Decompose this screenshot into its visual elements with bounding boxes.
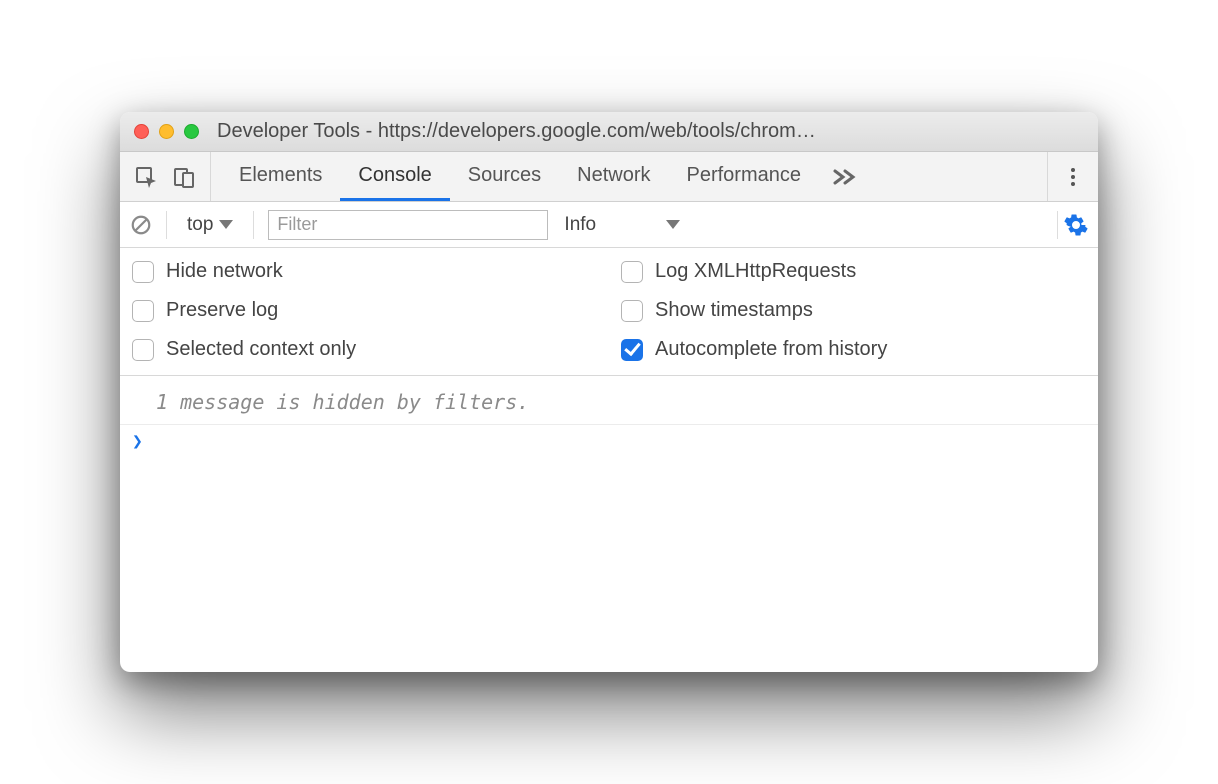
clear-console-icon[interactable] (130, 214, 152, 236)
tab-performance[interactable]: Performance (669, 152, 820, 201)
option-label: Hide network (166, 260, 283, 283)
tab-console[interactable]: Console (340, 152, 449, 201)
context-label: top (187, 214, 213, 236)
more-options-icon[interactable] (1064, 168, 1082, 186)
separator (166, 211, 167, 239)
option-label: Log XMLHttpRequests (655, 260, 856, 283)
option-selected-context[interactable]: Selected context only (132, 338, 597, 361)
option-autocomplete-history[interactable]: Autocomplete from history (621, 338, 1086, 361)
prompt-chevron-icon: ❯ (132, 431, 143, 452)
hidden-messages-notice: 1 message is hidden by filters. (120, 384, 1098, 425)
close-window-button[interactable] (134, 124, 149, 139)
titlebar: Developer Tools - https://developers.goo… (120, 112, 1098, 152)
option-show-timestamps[interactable]: Show timestamps (621, 299, 1086, 322)
dropdown-icon (219, 220, 233, 229)
checkbox[interactable] (621, 339, 643, 361)
option-preserve-log[interactable]: Preserve log (132, 299, 597, 322)
option-label: Show timestamps (655, 299, 813, 322)
tabs-overflow-icon[interactable] (819, 152, 871, 201)
checkbox[interactable] (132, 339, 154, 361)
device-toolbar-icon[interactable] (172, 165, 196, 189)
context-select[interactable]: top (181, 214, 239, 236)
main-tabbar: Elements Console Sources Network Perform… (120, 152, 1098, 202)
option-hide-network[interactable]: Hide network (132, 260, 597, 283)
console-body: 1 message is hidden by filters. ❯ (120, 376, 1098, 458)
separator (1057, 211, 1058, 239)
checkbox[interactable] (132, 300, 154, 322)
tab-elements[interactable]: Elements (221, 152, 340, 201)
zoom-window-button[interactable] (184, 124, 199, 139)
tabs: Elements Console Sources Network Perform… (211, 152, 871, 201)
console-settings-icon[interactable] (1064, 213, 1088, 237)
option-log-xhr[interactable]: Log XMLHttpRequests (621, 260, 1086, 283)
devtools-window: Developer Tools - https://developers.goo… (120, 112, 1098, 672)
option-label: Selected context only (166, 338, 356, 361)
tab-sources[interactable]: Sources (450, 152, 559, 201)
console-options: Hide network Log XMLHttpRequests Preserv… (120, 248, 1098, 376)
dropdown-icon (666, 220, 680, 229)
checkbox[interactable] (132, 261, 154, 283)
tab-network[interactable]: Network (559, 152, 668, 201)
inspect-element-icon[interactable] (134, 165, 158, 189)
window-title: Developer Tools - https://developers.goo… (217, 120, 1084, 143)
minimize-window-button[interactable] (159, 124, 174, 139)
console-prompt[interactable]: ❯ (120, 425, 1098, 458)
filter-input[interactable] (268, 210, 548, 240)
separator (253, 211, 254, 239)
checkbox[interactable] (621, 300, 643, 322)
option-label: Preserve log (166, 299, 278, 322)
toolbar-left (120, 152, 211, 201)
option-label: Autocomplete from history (655, 338, 887, 361)
checkbox[interactable] (621, 261, 643, 283)
level-label: Info (564, 214, 596, 236)
toolbar-right (1047, 152, 1098, 201)
console-filterbar: top Info (120, 202, 1098, 248)
log-level-select[interactable]: Info (556, 214, 688, 236)
window-controls (134, 124, 199, 139)
